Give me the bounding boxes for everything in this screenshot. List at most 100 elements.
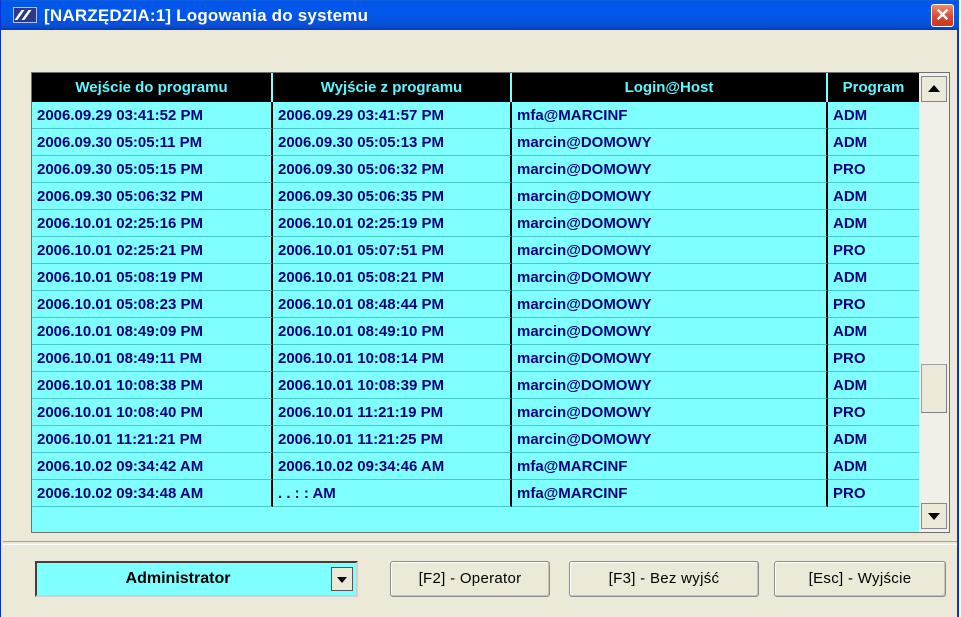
cell-program: ADM: [828, 426, 919, 453]
cell-entry-time: 2006.10.01 02:25:16 PM: [32, 210, 273, 237]
table-header: Wejście do programu Wyjście z programu L…: [32, 73, 919, 102]
cell-entry-time: 2006.09.30 05:05:11 PM: [32, 129, 273, 156]
scroll-up-button[interactable]: [921, 76, 947, 102]
table-row[interactable]: 2006.10.01 08:49:09 PM 2006.10.01 08:49:1…: [32, 318, 919, 345]
close-button[interactable]: ✕: [931, 4, 954, 27]
cell-program: ADM: [828, 129, 919, 156]
table-row[interactable]: 2006.09.29 03:41:52 PM 2006.09.29 03:41:5…: [32, 102, 919, 129]
cell-login-host: marcin@DOMOWY: [512, 291, 828, 318]
cell-program: ADM: [828, 318, 919, 345]
role-dropdown-button[interactable]: [331, 567, 353, 591]
table-row[interactable]: 2006.10.01 08:49:11 PM 2006.10.01 10:08:1…: [32, 345, 919, 372]
cell-program: PRO: [828, 345, 919, 372]
role-select[interactable]: Administrator: [35, 561, 358, 597]
cell-exit-time: 2006.10.01 05:08:21 PM: [273, 264, 512, 291]
table-row[interactable]: 2006.09.30 05:05:11 PM 2006.09.30 05:05:1…: [32, 129, 919, 156]
scrollbar-thumb[interactable]: [921, 364, 947, 413]
cell-entry-time: 2006.10.01 05:08:19 PM: [32, 264, 273, 291]
cell-exit-time: 2006.10.01 08:49:10 PM: [273, 318, 512, 345]
cell-exit-time: 2006.09.30 05:05:13 PM: [273, 129, 512, 156]
column-header-program[interactable]: Program: [828, 73, 919, 102]
column-header-exit[interactable]: Wyjście z programu: [273, 73, 512, 102]
cell-exit-time: 2006.10.02 09:34:46 AM: [273, 453, 512, 480]
cell-login-host: marcin@DOMOWY: [512, 399, 828, 426]
table-row[interactable]: 2006.09.30 05:05:15 PM 2006.09.30 05:06:3…: [32, 156, 919, 183]
cell-program: PRO: [828, 480, 919, 507]
cell-program: ADM: [828, 183, 919, 210]
cell-exit-time: 2006.09.29 03:41:57 PM: [273, 102, 512, 129]
cell-program: ADM: [828, 102, 919, 129]
cell-program: ADM: [828, 453, 919, 480]
vertical-scrollbar[interactable]: [919, 73, 949, 532]
table-row[interactable]: 2006.10.02 09:34:48 AM. . : : AM mfa@MARC…: [32, 480, 919, 507]
exit-button[interactable]: [Esc] - Wyjście: [774, 561, 946, 597]
cell-exit-time: 2006.09.30 05:06:35 PM: [273, 183, 512, 210]
title-bar[interactable]: [NARZĘDZIA:1] Logowania do systemu ✕: [1, 0, 959, 30]
divider: [3, 541, 957, 545]
no-exit-button[interactable]: [F3] - Bez wyjść: [569, 561, 759, 597]
role-select-value: Administrator: [125, 570, 231, 587]
cell-login-host: marcin@DOMOWY: [512, 237, 828, 264]
chevron-down-icon: [337, 577, 347, 583]
cell-program: ADM: [828, 372, 919, 399]
cell-entry-time: 2006.10.01 10:08:40 PM: [32, 399, 273, 426]
table-row[interactable]: 2006.10.02 09:34:42 AM 2006.10.02 09:34:4…: [32, 453, 919, 480]
cell-entry-time: 2006.10.01 02:25:21 PM: [32, 237, 273, 264]
table-row[interactable]: 2006.10.01 02:25:16 PM 2006.10.01 02:25:1…: [32, 210, 919, 237]
cell-login-host: marcin@DOMOWY: [512, 183, 828, 210]
cell-exit-time: 2006.10.01 05:07:51 PM: [273, 237, 512, 264]
cell-entry-time: 2006.10.01 05:08:23 PM: [32, 291, 273, 318]
login-table: Wejście do programu Wyjście z programu L…: [31, 72, 950, 533]
cell-entry-time: 2006.10.01 11:21:21 PM: [32, 426, 273, 453]
cell-program: PRO: [828, 399, 919, 426]
cell-program: ADM: [828, 264, 919, 291]
cell-login-host: mfa@MARCINF: [512, 453, 828, 480]
cell-program: ADM: [828, 210, 919, 237]
cell-exit-time: 2006.10.01 10:08:14 PM: [273, 345, 512, 372]
operator-button[interactable]: [F2] - Operator: [390, 561, 550, 597]
cell-exit-time: 2006.10.01 08:48:44 PM: [273, 291, 512, 318]
table-row[interactable]: 2006.09.30 05:06:32 PM 2006.09.30 05:06:3…: [32, 183, 919, 210]
cell-exit-time: 2006.10.01 02:25:19 PM: [273, 210, 512, 237]
app-logo-icon: [13, 7, 37, 23]
cell-login-host: marcin@DOMOWY: [512, 129, 828, 156]
table-row[interactable]: 2006.10.01 11:21:21 PM 2006.10.01 11:21:2…: [32, 426, 919, 453]
cell-program: PRO: [828, 291, 919, 318]
cell-login-host: marcin@DOMOWY: [512, 345, 828, 372]
cell-login-host: mfa@MARCINF: [512, 480, 828, 507]
cell-exit-time: 2006.10.01 11:21:19 PM: [273, 399, 512, 426]
table-body: 2006.09.29 03:41:52 PM 2006.09.29 03:41:5…: [32, 102, 919, 507]
table-row[interactable]: 2006.10.01 10:08:40 PM 2006.10.01 11:21:1…: [32, 399, 919, 426]
table-row[interactable]: 2006.10.01 10:08:38 PM 2006.10.01 10:08:3…: [32, 372, 919, 399]
cell-login-host: marcin@DOMOWY: [512, 210, 828, 237]
arrow-up-icon: [928, 85, 940, 92]
login-history-window: [NARZĘDZIA:1] Logowania do systemu ✕ Wej…: [0, 0, 959, 617]
arrow-down-icon: [928, 513, 940, 520]
cell-login-host: marcin@DOMOWY: [512, 372, 828, 399]
cell-exit-time: . . : : AM: [273, 480, 512, 507]
cell-entry-time: 2006.10.01 10:08:38 PM: [32, 372, 273, 399]
cell-login-host: marcin@DOMOWY: [512, 264, 828, 291]
window-title: [NARZĘDZIA:1] Logowania do systemu: [44, 6, 369, 25]
cell-entry-time: 2006.10.01 08:49:09 PM: [32, 318, 273, 345]
column-header-entry[interactable]: Wejście do programu: [32, 73, 273, 102]
table-row[interactable]: 2006.10.01 05:08:23 PM 2006.10.01 08:48:4…: [32, 291, 919, 318]
cell-entry-time: 2006.10.02 09:34:48 AM: [32, 480, 273, 507]
column-header-login-host[interactable]: Login@Host: [512, 73, 828, 102]
scroll-down-button[interactable]: [921, 503, 947, 529]
cell-program: PRO: [828, 156, 919, 183]
cell-entry-time: 2006.10.02 09:34:42 AM: [32, 453, 273, 480]
cell-entry-time: 2006.09.30 05:05:15 PM: [32, 156, 273, 183]
table-row[interactable]: 2006.10.01 02:25:21 PM 2006.10.01 05:07:5…: [32, 237, 919, 264]
cell-entry-time: 2006.09.29 03:41:52 PM: [32, 102, 273, 129]
cell-exit-time: 2006.10.01 10:08:39 PM: [273, 372, 512, 399]
table-row[interactable]: 2006.10.01 05:08:19 PM 2006.10.01 05:08:2…: [32, 264, 919, 291]
cell-entry-time: 2006.10.01 08:49:11 PM: [32, 345, 273, 372]
cell-login-host: marcin@DOMOWY: [512, 318, 828, 345]
cell-entry-time: 2006.09.30 05:06:32 PM: [32, 183, 273, 210]
cell-login-host: marcin@DOMOWY: [512, 426, 828, 453]
cell-login-host: marcin@DOMOWY: [512, 156, 828, 183]
cell-exit-time: 2006.10.01 11:21:25 PM: [273, 426, 512, 453]
cell-exit-time: 2006.09.30 05:06:32 PM: [273, 156, 512, 183]
cell-login-host: mfa@MARCINF: [512, 102, 828, 129]
